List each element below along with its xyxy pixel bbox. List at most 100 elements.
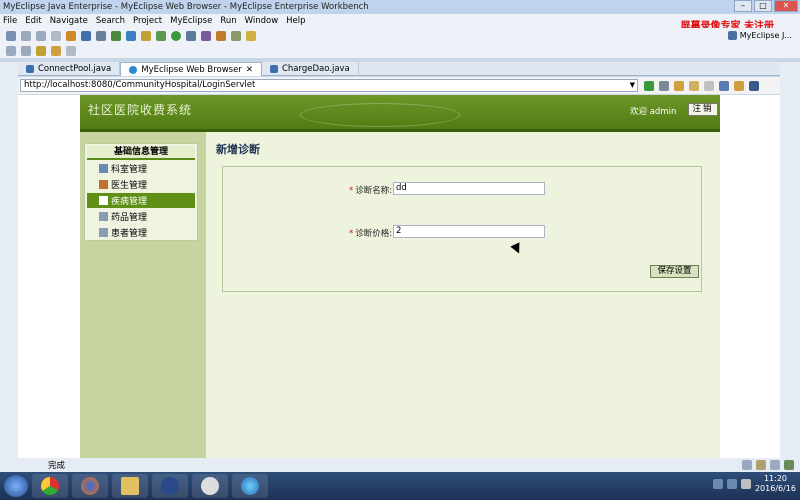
graph-icon[interactable] xyxy=(749,80,759,91)
save-icon[interactable] xyxy=(21,30,31,41)
taskbar-myeclipse[interactable] xyxy=(152,474,188,498)
menu-myeclipse[interactable]: MyEclipse xyxy=(170,16,212,26)
diagnosis-name-input[interactable]: dd xyxy=(393,182,545,195)
menu-help[interactable]: Help xyxy=(286,16,305,26)
sitemap-icon xyxy=(99,164,108,173)
back-icon[interactable] xyxy=(689,80,699,91)
favorites-icon[interactable] xyxy=(674,80,684,91)
refresh-icon[interactable] xyxy=(734,80,744,91)
tray-icon[interactable] xyxy=(712,479,723,489)
open-type-icon[interactable] xyxy=(231,30,241,41)
menu-edit[interactable]: Edit xyxy=(25,16,41,26)
chevron-down-icon[interactable]: ▼ xyxy=(630,80,635,91)
refresh-icon[interactable] xyxy=(156,30,166,41)
browser-urlbar: http://localhost:8080/CommunityHospital/… xyxy=(18,77,780,94)
status-icon[interactable] xyxy=(742,460,752,470)
perspective-switcher[interactable]: MyEclipse J... xyxy=(727,31,792,40)
status-bar: 完成 xyxy=(0,458,800,472)
firefox-icon xyxy=(81,477,99,495)
java-file-icon xyxy=(26,65,34,73)
db-icon[interactable] xyxy=(141,30,151,41)
app-icon xyxy=(241,477,259,495)
status-icon[interactable] xyxy=(756,460,766,470)
sidebar-item-drug[interactable]: 药品管理 xyxy=(87,209,195,224)
settings-icon[interactable] xyxy=(659,80,669,91)
run-icon[interactable] xyxy=(171,30,181,41)
folder-icon[interactable] xyxy=(246,30,256,41)
price-label: * 诊断价格: xyxy=(349,227,392,239)
close-tab-icon[interactable]: ✕ xyxy=(246,65,253,75)
status-text: 完成 xyxy=(48,461,66,471)
sidebar-item-department[interactable]: 科室管理 xyxy=(87,161,195,176)
menu-navigate[interactable]: Navigate xyxy=(50,16,88,26)
tab-chargedao[interactable]: ChargeDao.java xyxy=(262,62,359,76)
maximize-button[interactable]: □ xyxy=(754,0,772,12)
external-tools-icon[interactable] xyxy=(201,30,211,41)
main-content: 新增诊断 * 诊断名称: dd * 诊断价格: 2 保存设置 xyxy=(206,132,720,458)
forward-icon[interactable] xyxy=(704,80,714,91)
search-icon[interactable] xyxy=(216,30,226,41)
go-icon[interactable] xyxy=(644,80,654,91)
clock[interactable]: 11:20 2016/6/16 xyxy=(755,474,796,494)
print-icon[interactable] xyxy=(51,30,61,41)
menu-file[interactable]: File xyxy=(3,16,17,26)
save-all-icon[interactable] xyxy=(36,30,46,41)
menu-window[interactable]: Window xyxy=(245,16,279,26)
url-input[interactable]: http://localhost:8080/CommunityHospital/… xyxy=(20,79,638,92)
welcome-text: 欢迎 admin xyxy=(630,107,677,117)
perspective-label: MyEclipse J... xyxy=(739,31,792,40)
volume-icon[interactable] xyxy=(740,479,751,489)
annotation-icon[interactable] xyxy=(6,45,16,56)
document-icon xyxy=(99,228,108,237)
close-window-button[interactable]: ✕ xyxy=(774,0,798,12)
sidebar-item-doctor[interactable]: 医生管理 xyxy=(87,177,195,192)
menu-run[interactable]: Run xyxy=(220,16,236,26)
diagnosis-form: * 诊断名称: dd * 诊断价格: 2 保存设置 xyxy=(222,166,702,292)
sidebar-item-label: 科室管理 xyxy=(111,165,148,175)
editor-tabs: ConnectPool.java MyEclipse Web Browser ✕… xyxy=(18,62,780,76)
sidebar-item-patient[interactable]: 患者管理 xyxy=(87,225,195,240)
tab-connectpool[interactable]: ConnectPool.java xyxy=(18,62,121,76)
back-arrow-icon[interactable] xyxy=(51,45,61,56)
web-icon[interactable] xyxy=(126,30,136,41)
sidebar-item-disease[interactable]: 疾病管理 xyxy=(87,193,195,208)
diagnosis-price-input[interactable]: 2 xyxy=(393,225,545,238)
last-edit-icon[interactable] xyxy=(36,45,46,56)
wizard-icon[interactable] xyxy=(111,30,121,41)
logout-button[interactable]: 注销 xyxy=(688,103,718,116)
new-icon[interactable] xyxy=(6,30,16,41)
sidebar: 基础信息管理 科室管理 医生管理 疾病管理 药品管理 患者管理 xyxy=(84,143,198,241)
perspective-icon xyxy=(727,31,737,40)
taskbar-app[interactable] xyxy=(232,474,268,498)
taskbar-chrome[interactable] xyxy=(32,474,68,498)
server-icon[interactable] xyxy=(96,30,106,41)
windows-taskbar: 11:20 2016/6/16 xyxy=(0,472,800,500)
tray-icon[interactable] xyxy=(726,479,737,489)
start-button[interactable] xyxy=(4,475,28,497)
status-icon[interactable] xyxy=(784,460,794,470)
status-icon[interactable] xyxy=(770,460,780,470)
forward-arrow-icon[interactable] xyxy=(66,45,76,56)
clock-date: 2016/6/16 xyxy=(754,484,796,493)
required-mark: * xyxy=(349,186,354,196)
taskbar-firefox[interactable] xyxy=(72,474,108,498)
save-settings-button[interactable]: 保存设置 xyxy=(650,265,699,278)
menu-project[interactable]: Project xyxy=(133,16,162,26)
minimize-button[interactable]: – xyxy=(734,0,752,12)
left-trim xyxy=(0,62,18,458)
tab-web-browser[interactable]: MyEclipse Web Browser ✕ xyxy=(120,62,262,76)
package-icon[interactable] xyxy=(66,30,76,41)
secondary-toolbar xyxy=(0,43,800,58)
sidebar-heading: 基础信息管理 xyxy=(87,146,195,160)
globe-icon xyxy=(129,65,138,74)
browser-viewport: 社区医院收费系统 欢迎 admin 注销 基础信息管理 科室管理 医生管理 疾病… xyxy=(18,95,780,458)
next-annotation-icon[interactable] xyxy=(21,45,31,56)
taskbar-recorder[interactable] xyxy=(192,474,228,498)
stop-icon[interactable] xyxy=(719,80,729,91)
app-header: 社区医院收费系统 欢迎 admin 注销 xyxy=(80,95,720,132)
debug-icon[interactable] xyxy=(186,30,196,41)
deploy-icon[interactable] xyxy=(81,30,91,41)
folder-icon xyxy=(121,477,139,495)
menu-search[interactable]: Search xyxy=(96,16,125,26)
taskbar-explorer[interactable] xyxy=(112,474,148,498)
